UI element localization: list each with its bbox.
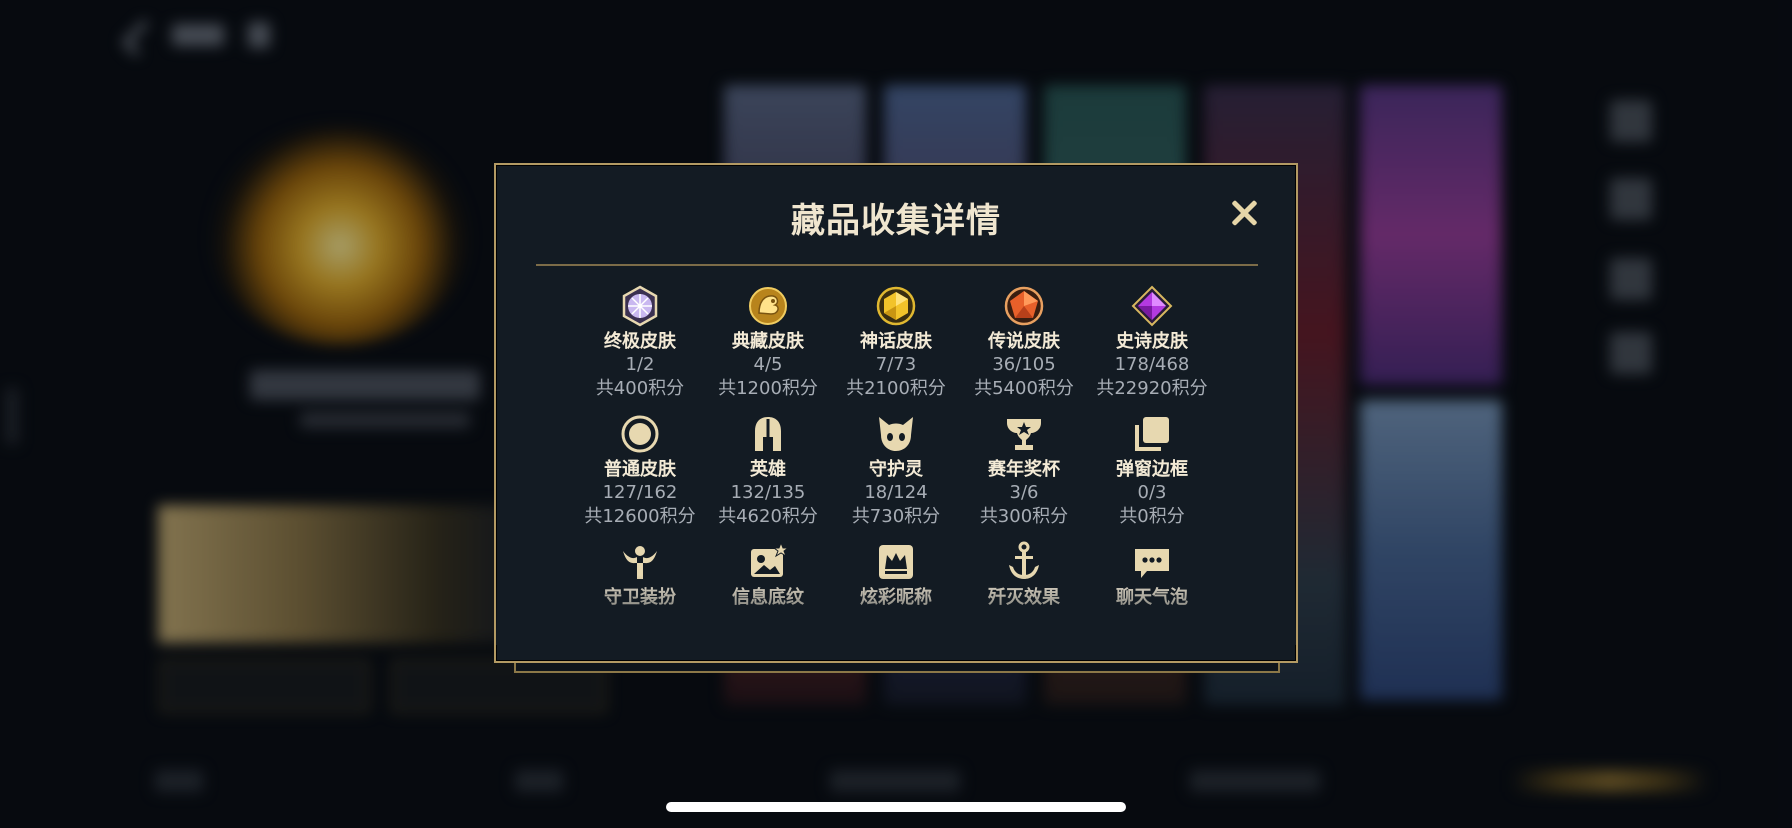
home-indicator[interactable]	[666, 802, 1126, 812]
guardian-spirit-icon	[875, 413, 917, 455]
item-count: 132/135	[730, 482, 806, 503]
collection-detail-modal: 藏品收集详情 终极皮肤 1/2 共400积分 典藏皮肤 4/5 共1200积分 …	[494, 163, 1298, 663]
collection-grid: 终极皮肤 1/2 共400积分 典藏皮肤 4/5 共1200积分 神话皮肤 7/…	[496, 285, 1296, 645]
item-name: 赛年奖杯	[988, 459, 1060, 480]
item-count: 18/124	[864, 482, 928, 503]
collection-item-collection-skin[interactable]: 典藏皮肤 4/5 共1200积分	[704, 285, 832, 401]
guardian-outfit-icon	[619, 541, 661, 583]
info-pattern-icon	[747, 541, 790, 583]
item-points: 共2100积分	[846, 378, 946, 399]
item-name: 守护灵	[869, 459, 923, 480]
item-points: 共12600积分	[584, 506, 696, 527]
collection-skin-icon	[747, 285, 789, 327]
item-name: 英雄	[750, 459, 786, 480]
chat-bubble-icon	[1131, 541, 1173, 583]
modal-title: 藏品收集详情	[791, 201, 1001, 241]
collection-item-season-trophy[interactable]: 赛年奖杯 3/6 共300积分	[960, 413, 1088, 529]
item-name: 终极皮肤	[604, 331, 676, 352]
collection-item-hero[interactable]: 英雄 132/135 共4620积分	[704, 413, 832, 529]
item-name: 信息底纹	[732, 587, 804, 608]
item-count: 127/162	[602, 482, 678, 503]
item-count: 1/2	[625, 354, 655, 375]
item-points: 共5400积分	[974, 378, 1074, 399]
collection-item-guardian-spirit[interactable]: 守护灵 18/124 共730积分	[832, 413, 960, 529]
collection-item-guardian-outfit[interactable]: 守卫装扮	[576, 541, 704, 609]
collection-item-popup-frame[interactable]: 弹窗边框 0/3 共0积分	[1088, 413, 1216, 529]
item-name: 典藏皮肤	[732, 331, 804, 352]
mythic-skin-icon	[875, 285, 917, 327]
season-trophy-icon	[1003, 413, 1045, 455]
item-points: 共4620积分	[718, 506, 818, 527]
kill-effect-icon	[1003, 541, 1045, 583]
item-name: 守卫装扮	[604, 587, 676, 608]
collection-item-normal-skin[interactable]: 普通皮肤 127/162 共12600积分	[576, 413, 704, 529]
item-name: 神话皮肤	[860, 331, 932, 352]
item-name: 传说皮肤	[988, 331, 1060, 352]
collection-item-colorful-nickname[interactable]: 炫彩昵称	[832, 541, 960, 609]
item-count: 4/5	[753, 354, 783, 375]
item-count: 0/3	[1137, 482, 1167, 503]
item-count: 7/73	[875, 354, 917, 375]
hero-helmet-icon	[747, 413, 789, 455]
item-name: 普通皮肤	[604, 459, 676, 480]
title-divider	[536, 264, 1258, 266]
ultimate-skin-icon	[619, 285, 661, 327]
item-name: 弹窗边框	[1116, 459, 1188, 480]
popup-frame-icon	[1131, 413, 1173, 455]
item-points: 共0积分	[1119, 506, 1185, 527]
collection-item-legendary-skin[interactable]: 传说皮肤 36/105 共5400积分	[960, 285, 1088, 401]
item-name: 歼灭效果	[988, 587, 1060, 608]
item-name: 炫彩昵称	[860, 587, 932, 608]
collection-item-ultimate-skin[interactable]: 终极皮肤 1/2 共400积分	[576, 285, 704, 401]
normal-skin-icon	[619, 413, 661, 455]
item-count: 178/468	[1114, 354, 1190, 375]
item-points: 共730积分	[851, 506, 941, 527]
collection-item-chat-bubble[interactable]: 聊天气泡	[1088, 541, 1216, 609]
colorful-nickname-icon	[875, 541, 917, 583]
item-points: 共22920积分	[1096, 378, 1208, 399]
item-count: 36/105	[992, 354, 1056, 375]
epic-skin-icon	[1131, 285, 1173, 327]
close-icon[interactable]	[1226, 195, 1262, 231]
item-points: 共400积分	[595, 378, 685, 399]
collection-item-epic-skin[interactable]: 史诗皮肤 178/468 共22920积分	[1088, 285, 1216, 401]
collection-item-info-pattern[interactable]: 信息底纹	[704, 541, 832, 609]
item-count: 3/6	[1009, 482, 1039, 503]
item-name: 史诗皮肤	[1116, 331, 1188, 352]
collection-item-mythic-skin[interactable]: 神话皮肤 7/73 共2100积分	[832, 285, 960, 401]
item-points: 共1200积分	[718, 378, 818, 399]
legendary-skin-icon	[1003, 285, 1045, 327]
item-name: 聊天气泡	[1116, 587, 1188, 608]
item-points: 共300积分	[979, 506, 1069, 527]
collection-item-kill-effect[interactable]: 歼灭效果	[960, 541, 1088, 609]
